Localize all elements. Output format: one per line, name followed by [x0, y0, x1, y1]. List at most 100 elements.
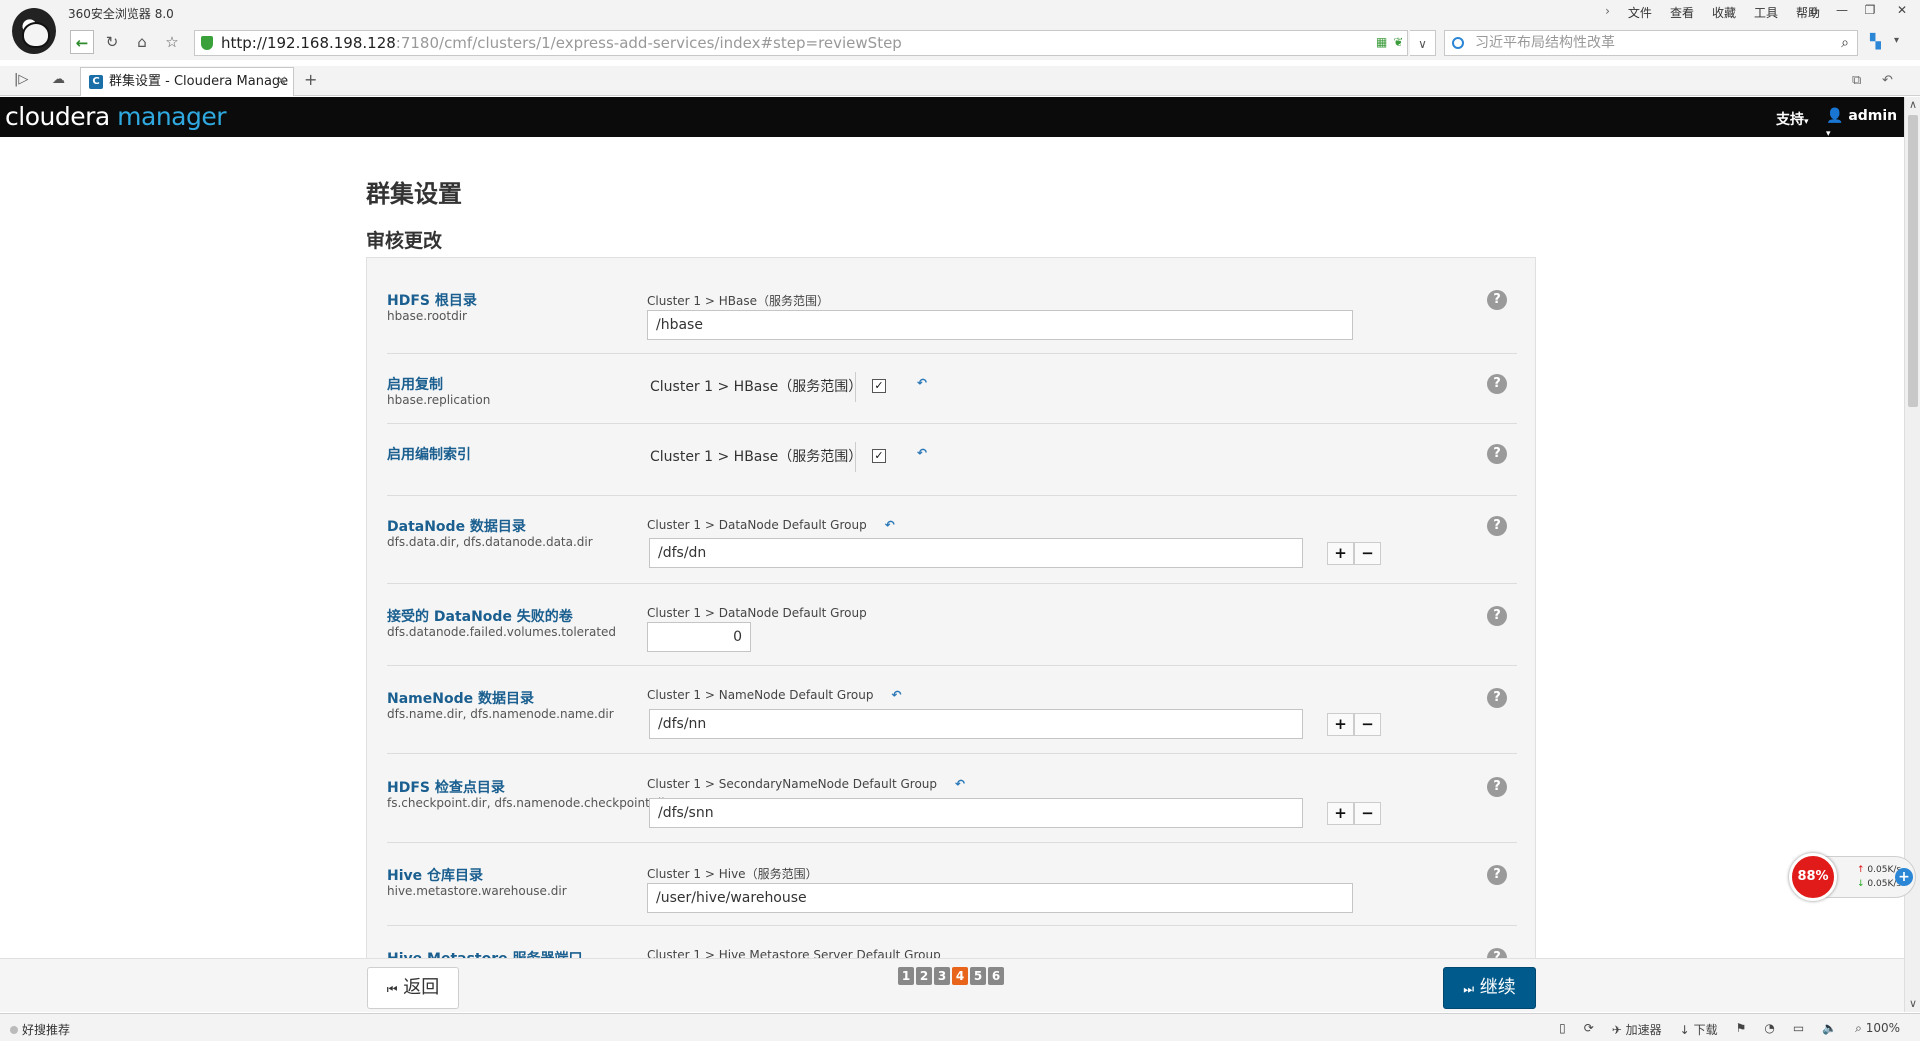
- memory-percent[interactable]: 88%: [1789, 853, 1837, 901]
- restore-tab-icon[interactable]: ↶: [1882, 73, 1893, 88]
- config-key: dfs.name.dir, dfs.namenode.name.dir: [387, 707, 614, 721]
- cloudera-manager-logo[interactable]: cloudera manager: [5, 102, 227, 131]
- datanode-data-dir-input[interactable]: [649, 538, 1303, 568]
- scroll-thumb[interactable]: [1908, 115, 1918, 407]
- sound-icon[interactable]: 🔈: [1822, 1021, 1837, 1038]
- download-speed: ↓ 0.05K/s: [1857, 879, 1901, 889]
- undo-icon[interactable]: ↶: [917, 376, 927, 390]
- menu-favorites[interactable]: 收藏: [1712, 4, 1736, 21]
- failed-volumes-input[interactable]: [647, 622, 751, 652]
- step-6[interactable]: 6: [988, 967, 1004, 985]
- tab-active[interactable]: C 群集设置 - Cloudera Manage ✕: [80, 67, 294, 96]
- undo-icon[interactable]: ↶: [885, 518, 895, 532]
- step-2[interactable]: 2: [916, 967, 932, 985]
- help-icon[interactable]: ?: [1487, 688, 1507, 708]
- brand-sub: manager: [117, 102, 227, 131]
- minus-icon[interactable]: −: [1354, 802, 1381, 825]
- menu-file[interactable]: 文件: [1628, 4, 1652, 21]
- config-label: 启用编制索引: [387, 447, 471, 463]
- speed-widget[interactable]: 88% ↑ 0.05K/s ↓ 0.05K/s +: [1789, 853, 1916, 901]
- scroll-down-icon[interactable]: ∨: [1905, 996, 1920, 1012]
- speed-dial-icon[interactable]: ◔: [1764, 1021, 1774, 1038]
- download-item[interactable]: ↓ 下载: [1680, 1021, 1718, 1038]
- back-button[interactable]: ⏮ 返回: [367, 967, 459, 1009]
- browser-title: 360安全浏览器 8.0: [68, 7, 174, 21]
- replication-checkbox[interactable]: ✓: [872, 379, 886, 393]
- close-window-icon[interactable]: ✕: [1884, 0, 1920, 20]
- support-menu[interactable]: 支持▾: [1776, 109, 1809, 129]
- phone-icon[interactable]: ▯: [1559, 1021, 1566, 1038]
- step-1[interactable]: 1: [898, 967, 914, 985]
- menu-tools[interactable]: 工具: [1754, 4, 1778, 21]
- undo-icon[interactable]: ↶: [955, 777, 965, 791]
- window-icon[interactable]: ▭: [1793, 1021, 1804, 1038]
- scroll-up-icon[interactable]: ∧: [1905, 97, 1920, 113]
- undo-icon[interactable]: ↶: [891, 688, 901, 702]
- config-row-checkpoint-dir: HDFS 检查点目录 fs.checkpoint.dir, dfs.nameno…: [387, 754, 1517, 843]
- indexing-checkbox[interactable]: ✓: [872, 449, 886, 463]
- step-4[interactable]: 4: [952, 967, 968, 985]
- config-scope: Cluster 1 > Hive（服务范围）: [647, 867, 818, 881]
- browser-menu: › 文件 查看 收藏 工具 帮助: [1605, 4, 1820, 21]
- continue-button[interactable]: ⏭ 继续: [1443, 967, 1536, 1009]
- flag-icon[interactable]: ⚑: [1736, 1021, 1747, 1038]
- plus-icon[interactable]: +: [1327, 542, 1354, 565]
- sidebar-toggle-icon[interactable]: |▷: [14, 72, 28, 87]
- download-icon: ↓: [1679, 1023, 1690, 1037]
- help-icon[interactable]: ?: [1487, 777, 1507, 797]
- plus-circle-icon[interactable]: +: [1895, 868, 1913, 886]
- tab-close-icon[interactable]: ✕: [276, 68, 287, 95]
- checkpoint-dir-input[interactable]: [649, 798, 1303, 828]
- config-row-datanode-data-dir: DataNode 数据目录 dfs.data.dir, dfs.datanode…: [387, 496, 1517, 584]
- config-row-failed-volumes: 接受的 DataNode 失败的卷 dfs.datanode.failed.vo…: [387, 584, 1517, 666]
- minimize-icon[interactable]: —: [1828, 0, 1856, 20]
- leaf-icon[interactable]: ❦: [1393, 35, 1403, 49]
- cloud-icon[interactable]: ☁: [52, 72, 65, 87]
- namenode-name-dir-input[interactable]: [649, 709, 1303, 739]
- status-recommend[interactable]: 好搜推荐: [10, 1021, 70, 1038]
- user-icon: 👤: [1826, 108, 1844, 124]
- minus-icon[interactable]: −: [1354, 713, 1381, 736]
- cloudera-favicon-icon: C: [89, 75, 103, 89]
- step-3[interactable]: 3: [934, 967, 950, 985]
- step-5[interactable]: 5: [970, 967, 986, 985]
- new-tab-icon[interactable]: +: [304, 70, 317, 89]
- page-title: 群集设置: [366, 180, 462, 208]
- address-bar[interactable]: http://192.168.198.128:7180/cmf/clusters…: [194, 30, 1408, 56]
- back-arrow-icon[interactable]: ←: [70, 30, 94, 54]
- address-dropdown-icon[interactable]: ∨: [1410, 30, 1436, 56]
- search-input[interactable]: 习近平布局结构性改革 ⌕: [1444, 30, 1858, 56]
- add-remove-group: + −: [1327, 713, 1381, 736]
- home-icon[interactable]: ⌂: [130, 30, 154, 54]
- star-icon[interactable]: ☆: [160, 30, 184, 54]
- help-icon[interactable]: ?: [1487, 290, 1507, 310]
- refresh-circle-icon[interactable]: ⟳: [1584, 1021, 1594, 1038]
- menu-view[interactable]: 查看: [1670, 4, 1694, 21]
- search-icon: [1452, 37, 1464, 49]
- user-menu[interactable]: 👤 admin ▾: [1826, 108, 1904, 140]
- help-icon[interactable]: ?: [1487, 606, 1507, 626]
- help-icon[interactable]: ?: [1487, 516, 1507, 536]
- pin-icon[interactable]: ⌂: [1800, 0, 1828, 20]
- plus-icon[interactable]: +: [1327, 713, 1354, 736]
- support-label: 支持: [1776, 112, 1804, 128]
- qr-icon[interactable]: ▦: [1376, 35, 1387, 49]
- hive-warehouse-dir-input[interactable]: [647, 883, 1353, 913]
- undo-icon[interactable]: ↶: [917, 446, 927, 460]
- zoom-item[interactable]: ⌕ 100%: [1855, 1021, 1900, 1038]
- menu-chevron-icon[interactable]: ›: [1605, 4, 1610, 21]
- apps-dropdown-icon[interactable]: ▾: [1894, 35, 1899, 46]
- search-button-icon[interactable]: ⌕: [1841, 31, 1849, 55]
- help-icon[interactable]: ?: [1487, 444, 1507, 464]
- window-controls: ⌂ — ❐ ✕: [1800, 0, 1920, 20]
- help-icon[interactable]: ?: [1487, 374, 1507, 394]
- apps-grid-icon[interactable]: ▚: [1870, 34, 1888, 52]
- accelerator-item[interactable]: ✈ 加速器: [1612, 1021, 1662, 1038]
- reload-icon[interactable]: ↻: [100, 30, 124, 54]
- minus-icon[interactable]: −: [1354, 542, 1381, 565]
- maximize-icon[interactable]: ❐: [1856, 0, 1884, 20]
- help-icon[interactable]: ?: [1487, 865, 1507, 885]
- plus-icon[interactable]: +: [1327, 802, 1354, 825]
- tab-list-icon[interactable]: ⧉: [1852, 73, 1861, 88]
- hbase-rootdir-input[interactable]: [647, 310, 1353, 340]
